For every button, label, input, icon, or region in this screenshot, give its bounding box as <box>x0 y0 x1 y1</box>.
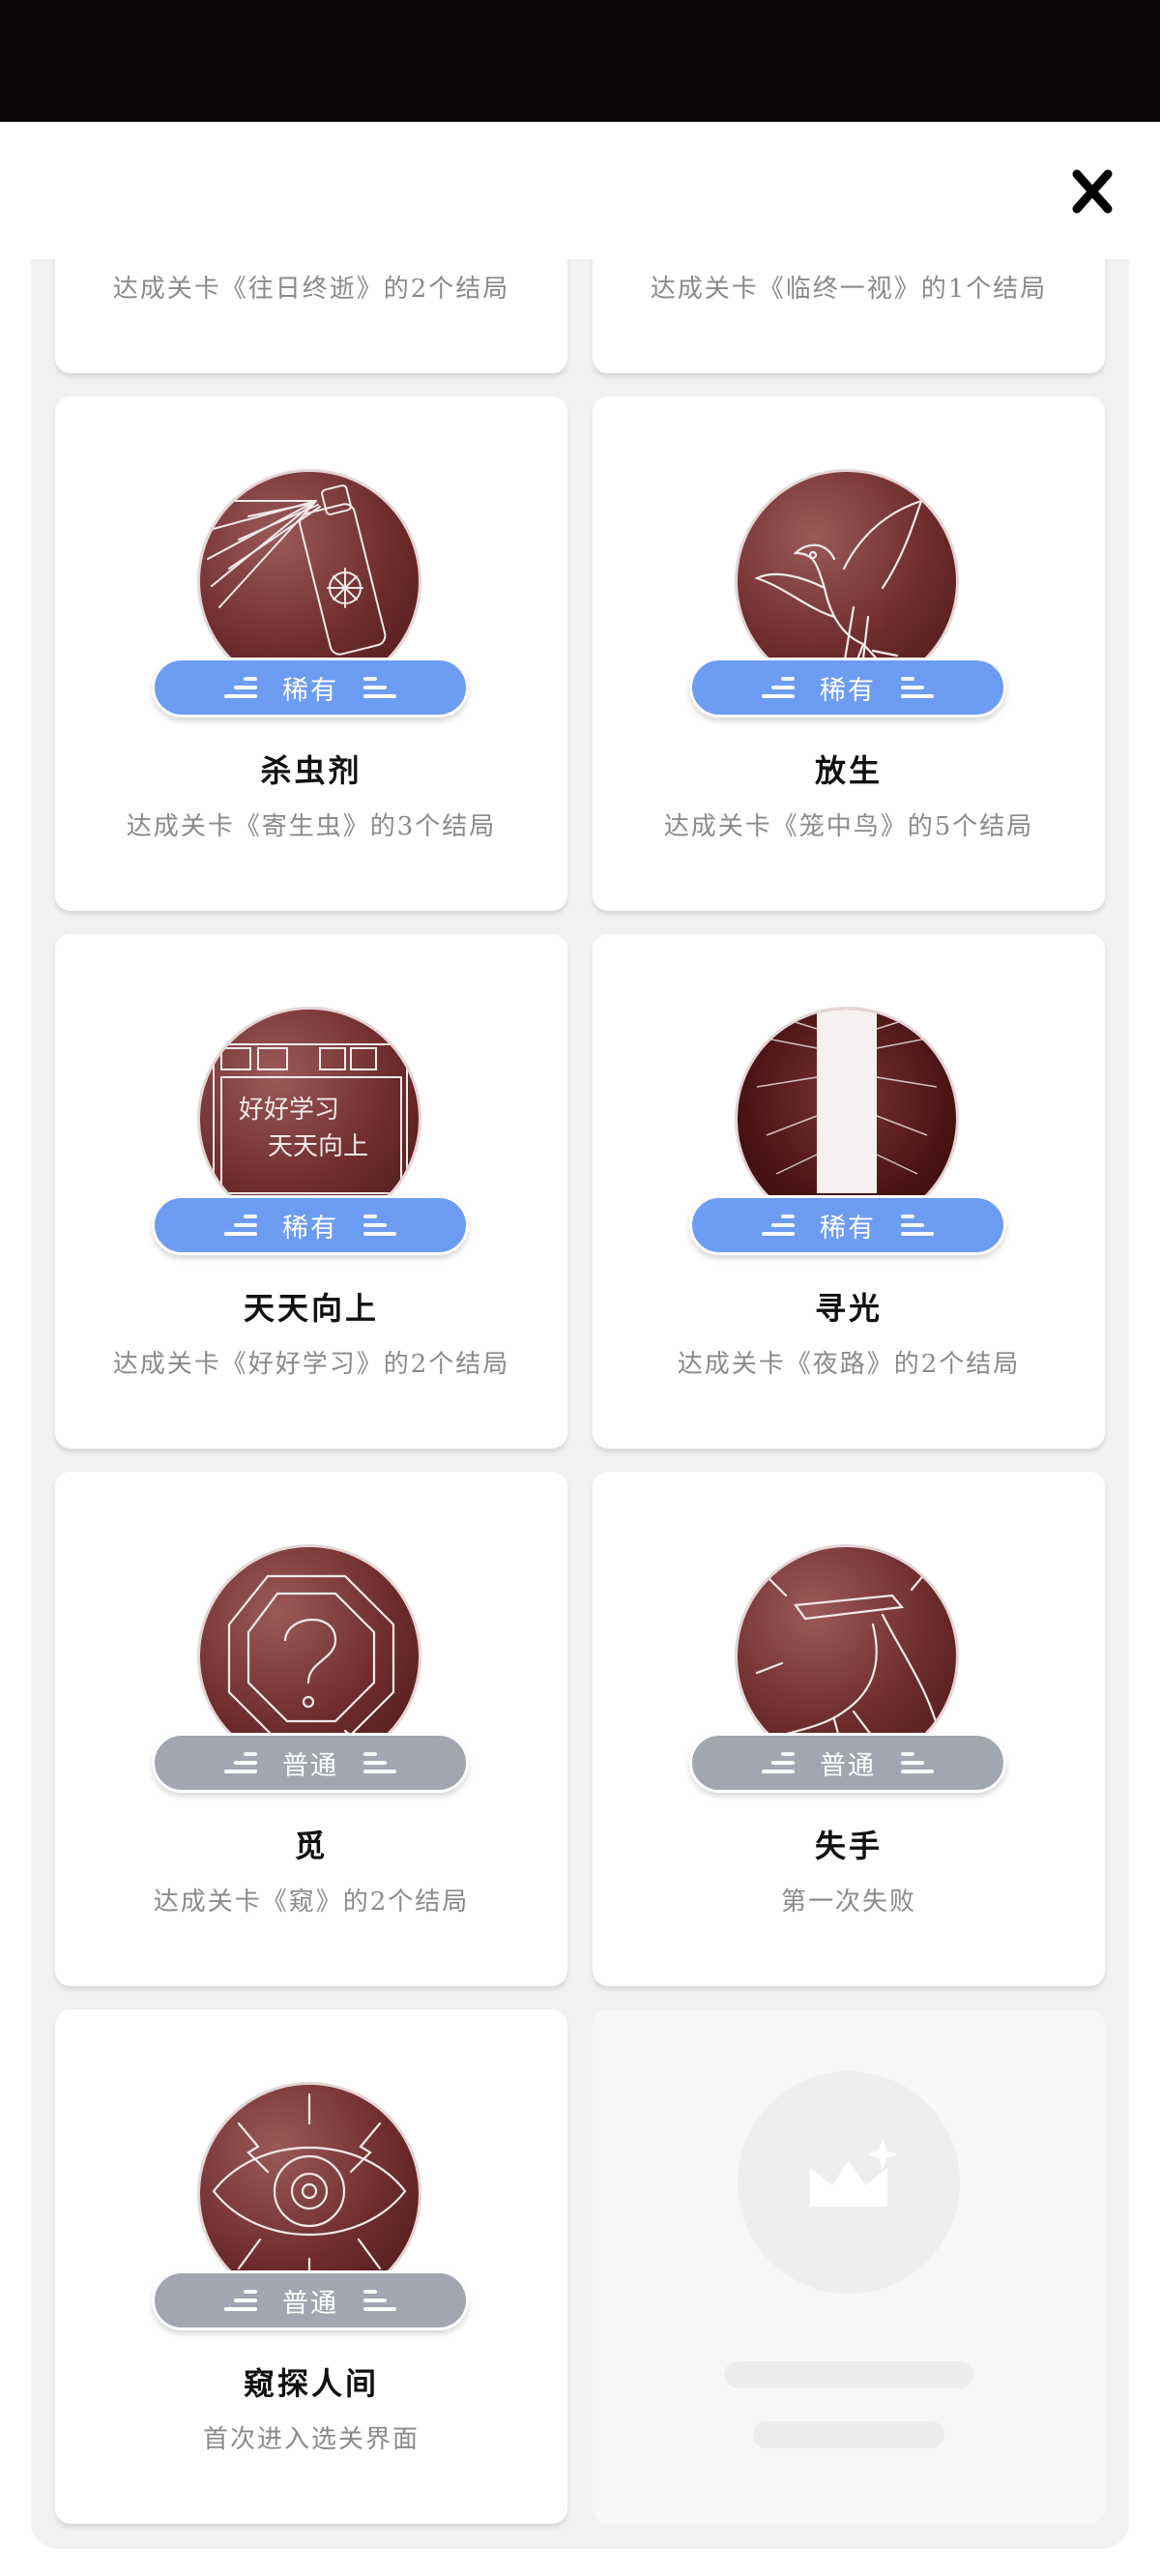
placeholder-desc <box>753 2421 944 2448</box>
locked-achievement-card[interactable] <box>593 2009 1105 2524</box>
rarity-badge: 普通 <box>689 1733 1006 1793</box>
badge-decoration <box>762 675 795 700</box>
board-text: 好好学习 <box>239 1096 339 1125</box>
header <box>0 122 1160 259</box>
rarity-label: 普通 <box>282 2288 338 2319</box>
badge-decoration <box>901 675 934 700</box>
achievement-desc: 达成关卡《寄生虫》的3个结局 <box>126 812 497 841</box>
rarity-badge: 普通 <box>152 2270 469 2330</box>
badge-decoration <box>224 675 257 700</box>
badge-decoration <box>363 675 396 700</box>
achievement-card[interactable]: 普通 觅 达成关卡《窥》的2个结局 <box>55 1472 567 1986</box>
placeholder-title <box>724 2361 973 2388</box>
rarity-label: 普通 <box>820 1750 876 1781</box>
rarity-badge: 稀有 <box>689 658 1006 717</box>
achievement-desc: 达成关卡《好好学习》的2个结局 <box>112 1350 510 1379</box>
achievement-card[interactable]: 稀有 放生 达成关卡《笼中鸟》的5个结局 <box>593 396 1105 911</box>
achievement-card-partial[interactable]: 达成关卡《临终一视》的1个结局 <box>593 259 1105 373</box>
status-bar <box>0 0 1160 122</box>
rarity-label: 稀有 <box>820 675 876 706</box>
achievement-title: 失手 <box>814 1828 883 1864</box>
badge-decoration <box>363 1750 396 1775</box>
achievement-desc: 第一次失败 <box>780 1888 916 1917</box>
achievement-card[interactable]: 普通 失手 第一次失败 <box>593 1472 1105 1986</box>
board-text: 天天向上 <box>268 1132 368 1161</box>
achievement-title: 杀虫剂 <box>260 752 362 789</box>
achievement-panel: 达成关卡《往日终逝》的2个结局 达成关卡《临终一视》的1个结局 稀有 杀虫剂 达… <box>31 259 1129 2549</box>
achievement-desc: 达成关卡《临终一视》的1个结局 <box>650 275 1048 304</box>
achievement-card[interactable]: 稀有 杀虫剂 达成关卡《寄生虫》的3个结局 <box>55 396 567 911</box>
achievement-card[interactable]: 普通 窥探人间 首次进入选关界面 <box>55 2009 567 2524</box>
achievement-title: 放生 <box>814 752 883 789</box>
achievement-desc: 首次进入选关界面 <box>202 2425 420 2454</box>
rarity-badge: 稀有 <box>689 1195 1006 1255</box>
badge-decoration <box>901 1750 934 1775</box>
rarity-label: 普通 <box>282 1750 338 1781</box>
badge-decoration <box>224 1750 257 1775</box>
badge-decoration <box>762 1750 795 1775</box>
achievement-desc: 达成关卡《笼中鸟》的5个结局 <box>663 812 1034 841</box>
achievement-title: 天天向上 <box>243 1290 379 1327</box>
achievement-card-partial[interactable]: 达成关卡《往日终逝》的2个结局 <box>55 259 567 373</box>
close-icon <box>1072 169 1113 214</box>
achievement-desc: 达成关卡《往日终逝》的2个结局 <box>112 275 510 304</box>
rarity-label: 稀有 <box>820 1213 876 1244</box>
rarity-badge: 稀有 <box>152 1195 469 1255</box>
achievement-desc: 达成关卡《夜路》的2个结局 <box>677 1350 1021 1379</box>
close-button[interactable] <box>1063 166 1121 217</box>
placeholder-circle <box>738 2071 960 2294</box>
achievement-card[interactable]: 稀有 寻光 达成关卡《夜路》的2个结局 <box>593 934 1105 1449</box>
achievement-title: 窥探人间 <box>243 2365 379 2402</box>
badge-decoration <box>224 1213 257 1238</box>
crown-sparkle-icon <box>810 2139 898 2207</box>
achievement-card[interactable]: 好好学习 天天向上 稀有 天天向上 达成关卡《好好学习》的2个结局 <box>55 934 567 1449</box>
badge-decoration <box>224 2288 257 2313</box>
achievement-title: 觅 <box>294 1828 329 1864</box>
badge-decoration <box>363 1213 396 1238</box>
badge-decoration <box>901 1213 934 1238</box>
achievement-desc: 达成关卡《窥》的2个结局 <box>153 1888 470 1917</box>
rarity-badge: 稀有 <box>152 658 469 717</box>
badge-decoration <box>762 1213 795 1238</box>
rarity-badge: 普通 <box>152 1733 469 1793</box>
rarity-label: 稀有 <box>282 1213 338 1244</box>
rarity-label: 稀有 <box>282 675 338 706</box>
achievement-title: 寻光 <box>814 1290 883 1327</box>
badge-decoration <box>363 2288 396 2313</box>
